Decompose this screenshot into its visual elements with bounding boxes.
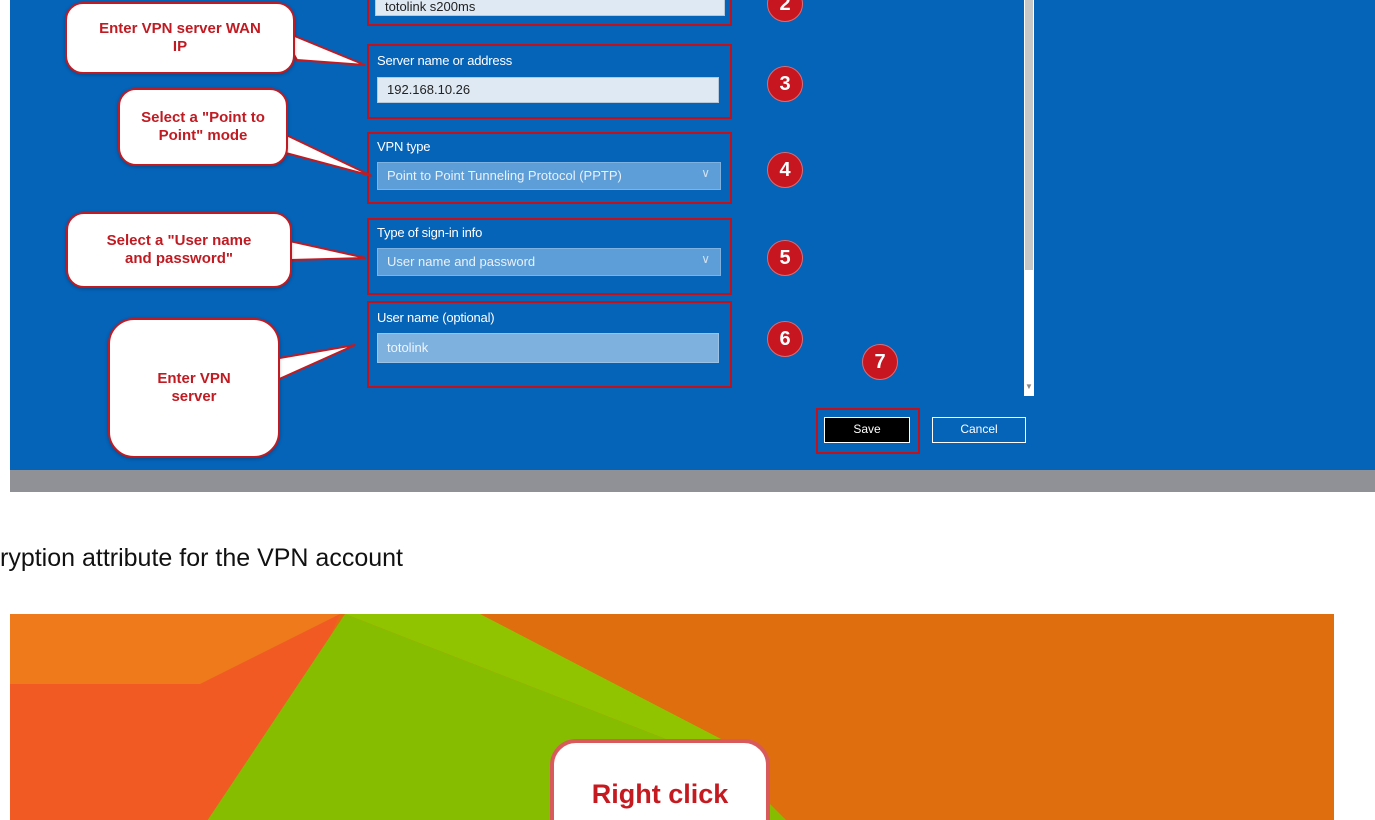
vpn-settings-screenshot: totolink s200ms 2 Server name or address… — [10, 0, 1375, 470]
taskbar-strip — [10, 470, 1375, 492]
section-caption: ryption attribute for the VPN account — [0, 544, 403, 572]
callout-user-name-password: Select a "User name and password" — [66, 212, 292, 288]
callout-point-to-point: Select a "Point to Point" mode — [118, 88, 288, 166]
callout-enter-vpn-server: Enter VPN server — [108, 318, 280, 458]
callout-tail-point-mode — [278, 130, 373, 177]
callout-right-click: Right click — [550, 739, 770, 820]
callout-tail-user-pass — [283, 238, 367, 262]
desktop-screenshot: Right click — [10, 614, 1334, 820]
callout-enter-wan-ip: Enter VPN server WAN IP — [65, 2, 295, 74]
